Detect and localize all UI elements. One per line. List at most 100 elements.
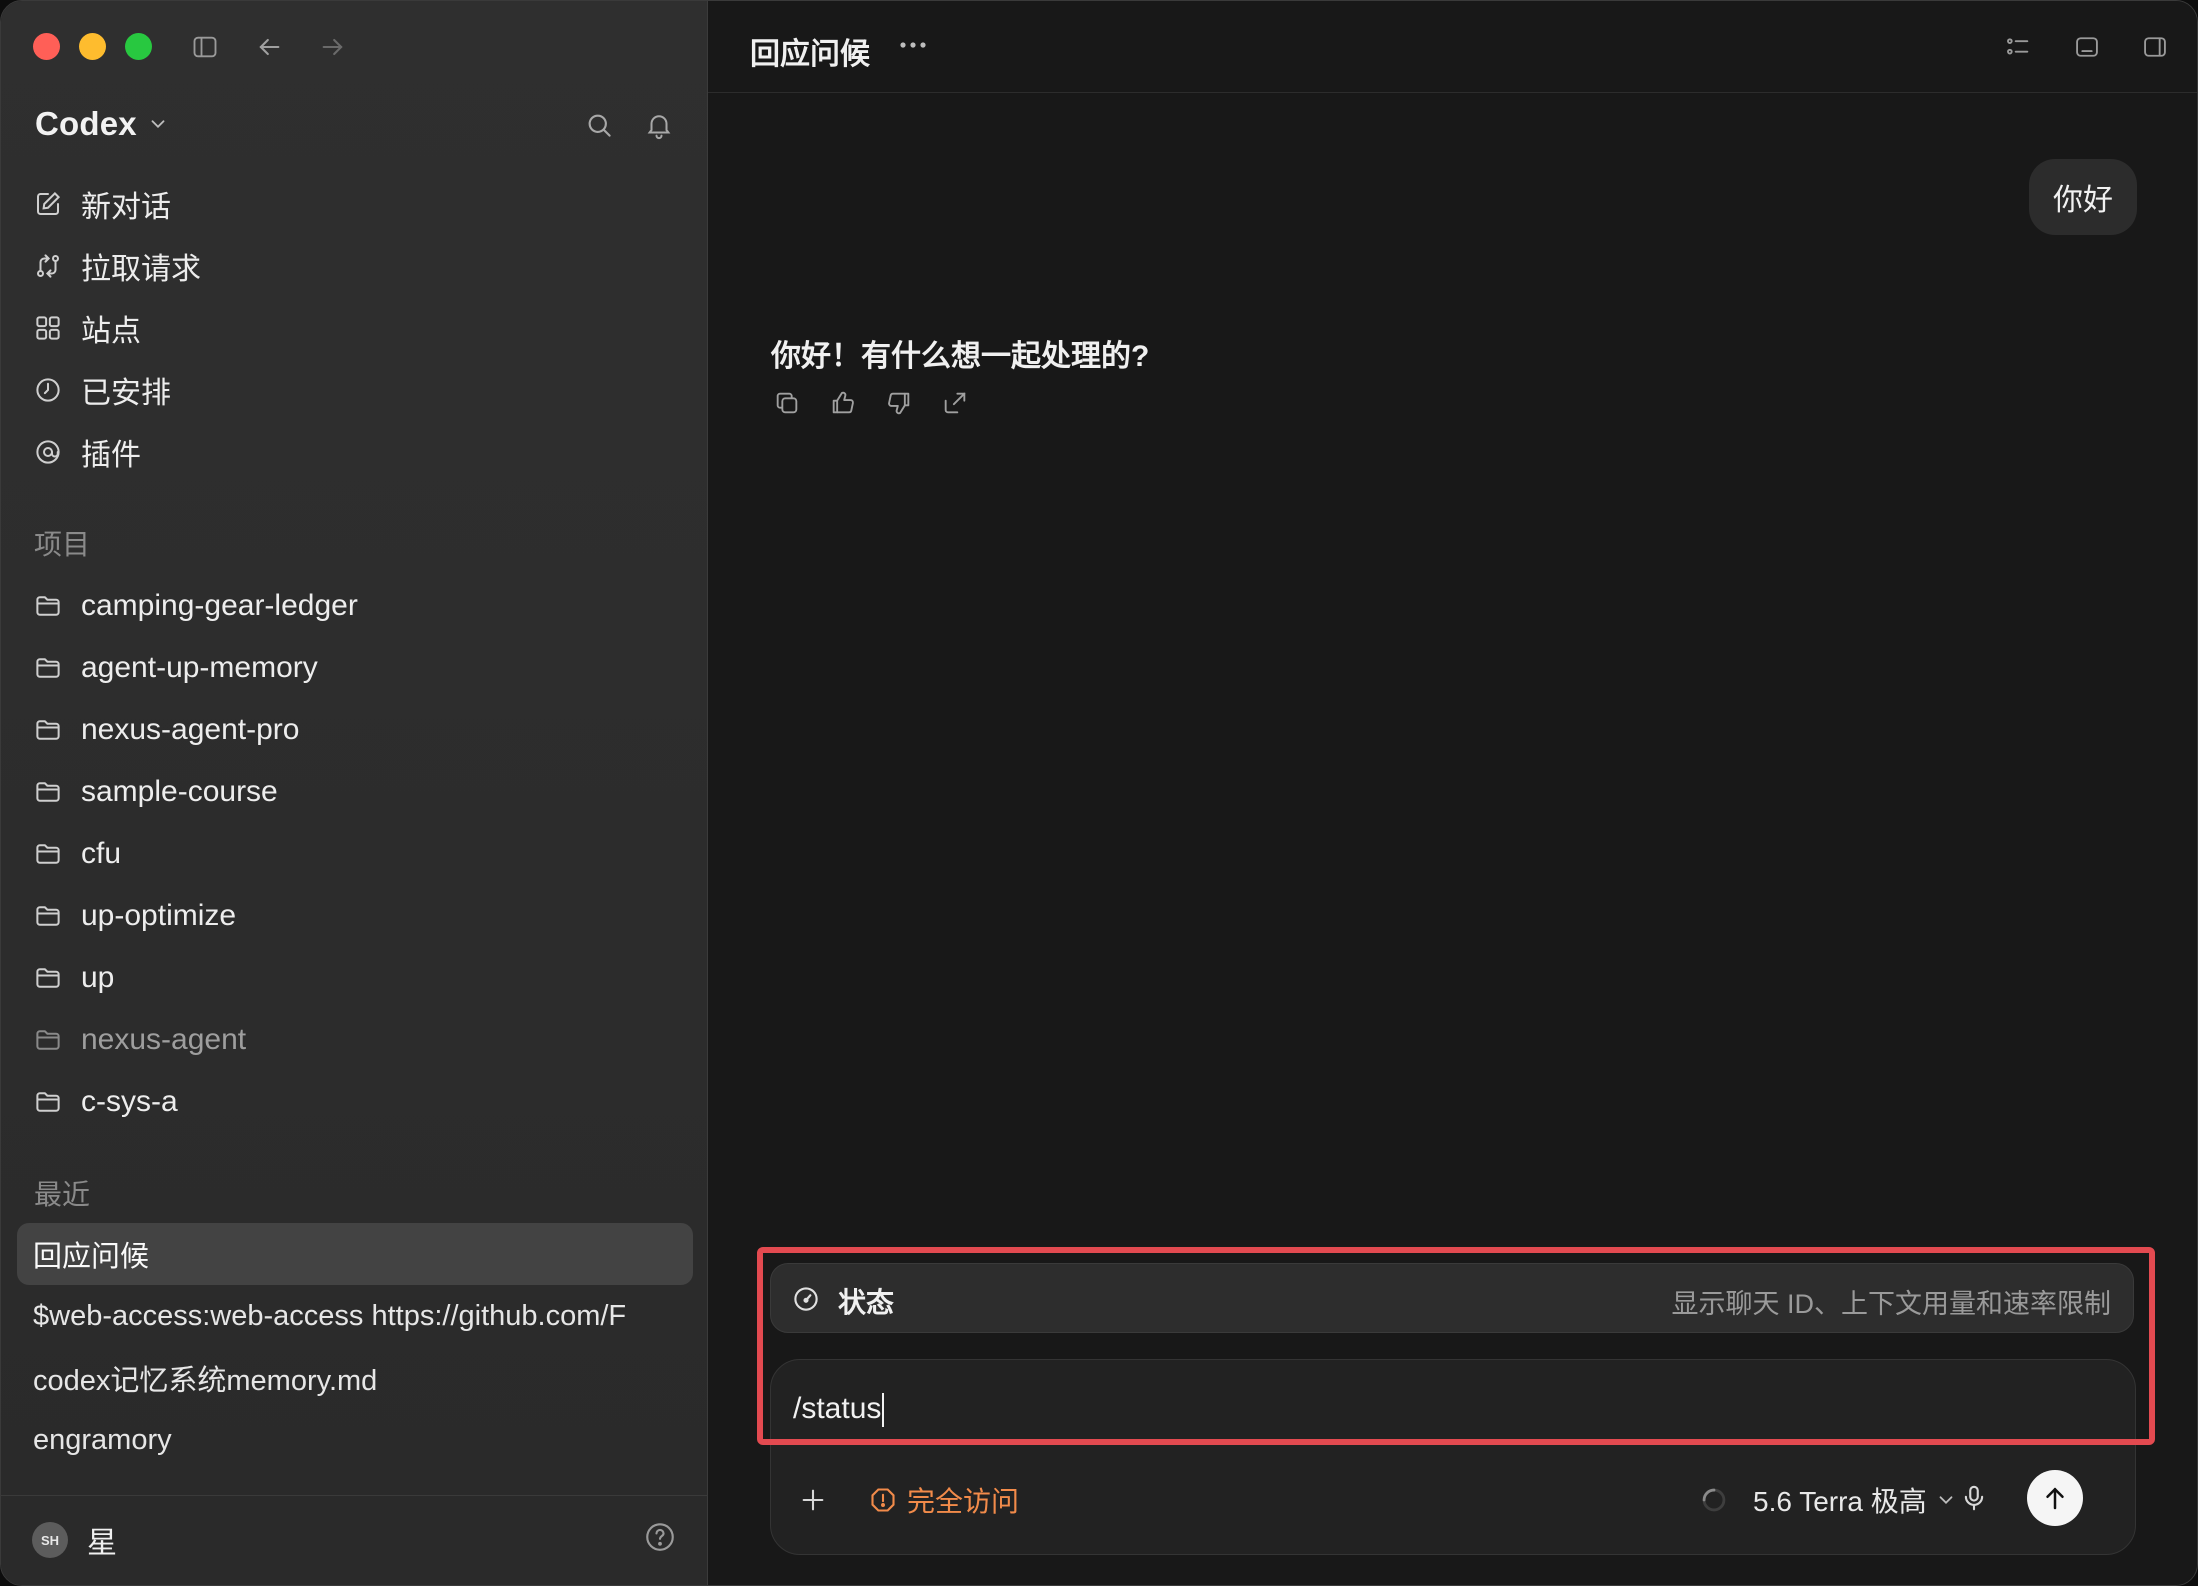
nav-item-sites[interactable]: 站点 [17, 297, 693, 359]
nav-item-label: 站点 [81, 315, 141, 348]
project-name: nexus-agent-pro [81, 713, 300, 746]
sidebar-footer: SH 星 [1, 1495, 708, 1585]
nav-item-scheduled[interactable]: 已安排 [17, 359, 693, 421]
chevron-down-icon [151, 120, 165, 129]
project-name: sample-course [81, 775, 278, 808]
help-icon[interactable] [643, 1520, 677, 1554]
text-caret [882, 1393, 885, 1428]
app-window: Codex 新对话 拉取请求 站点 已安排 插件 项目 camping-gear… [0, 0, 2198, 1586]
right-panel-icon[interactable] [2137, 29, 2173, 65]
folder-icon [36, 658, 60, 678]
composer-toolbar: 完全访问 5.6 Terra 极高 [771, 1464, 2137, 1534]
recent-item[interactable]: 回应问候 [17, 1223, 693, 1285]
project-name: up [81, 961, 115, 994]
brand-name: Codex [35, 105, 137, 142]
model-selector[interactable]: 5.6 Terra 极高 [1753, 1480, 1957, 1520]
nav-item-label: 新对话 [81, 191, 171, 224]
nav-item-plugins[interactable]: 插件 [17, 421, 693, 483]
thumbs-down-icon[interactable] [883, 387, 915, 419]
assistant-message: 你好！有什么想一起处理的? [771, 340, 1150, 373]
project-item[interactable]: up-optimize [17, 885, 693, 947]
project-name: up-optimize [81, 899, 237, 932]
bell-icon[interactable] [641, 107, 677, 143]
composer: /status 完全访问 5.6 Terra 极高 [770, 1359, 2136, 1555]
project-name: camping-gear-ledger [81, 589, 358, 622]
toggle-sidebar-icon[interactable] [187, 29, 223, 65]
task-list-icon[interactable] [2000, 29, 2036, 65]
project-name: nexus-agent [81, 1023, 247, 1056]
edit-icon [37, 191, 61, 215]
model-label: 5.6 Terra 极高 [1753, 1486, 1927, 1517]
thumbs-up-icon[interactable] [827, 387, 859, 419]
nav-item-label: 插件 [81, 439, 141, 472]
workspace-switcher[interactable]: Codex [35, 105, 169, 143]
nav-item-pull-requests[interactable]: 拉取请求 [17, 235, 693, 297]
project-item[interactable]: nexus-agent-pro [17, 699, 693, 761]
grid-icon [36, 316, 60, 340]
project-item[interactable]: cfu [17, 823, 693, 885]
sidebar: Codex 新对话 拉取请求 站点 已安排 插件 项目 camping-gear… [1, 1, 708, 1585]
message-actions [771, 387, 971, 419]
projects-heading: 项目 [34, 529, 91, 560]
folder-icon [36, 968, 60, 988]
command-suggestion-status[interactable]: 状态 显示聊天 ID、上下文用量和速率限制 [770, 1263, 2134, 1333]
search-icon[interactable] [581, 107, 617, 143]
plus-icon [802, 1489, 824, 1511]
loading-spinner-icon [1702, 1488, 1726, 1512]
project-item[interactable]: up [17, 947, 693, 1009]
access-mode-button[interactable]: 完全访问 [869, 1480, 1019, 1520]
folder-icon [36, 596, 60, 616]
arrow-up-icon [2046, 1487, 2064, 1510]
folder-icon [36, 782, 60, 802]
at-icon [36, 440, 60, 464]
project-item[interactable]: agent-up-memory [17, 637, 693, 699]
avatar[interactable]: SH [32, 1522, 68, 1558]
nav-item-label: 已安排 [81, 377, 171, 410]
project-list: camping-gear-ledger agent-up-memory nexu… [17, 575, 693, 1133]
message-input[interactable]: /status [793, 1392, 2093, 1436]
recent-heading: 最近 [34, 1179, 91, 1210]
chat-title: 回应问候 [750, 38, 870, 71]
microphone-icon[interactable] [1954, 1478, 1994, 1518]
recent-item[interactable]: engramory [17, 1409, 693, 1471]
recent-list: 回应问候 $web-access:web-access https://gith… [17, 1223, 693, 1471]
forward-arrow-icon[interactable] [315, 29, 351, 65]
project-name: c-sys-a [81, 1085, 178, 1118]
folder-icon [36, 720, 60, 740]
terminal-panel-icon[interactable] [2069, 29, 2105, 65]
user-name[interactable]: 星 [87, 1518, 117, 1562]
chat-panel: 回应问候 你好 你好！有什么想一起处理的? 状态 显示聊天 ID、上下文用量和速… [708, 1, 2197, 1585]
send-button[interactable] [2027, 1470, 2083, 1526]
project-name: agent-up-memory [81, 651, 318, 684]
add-attachment-button[interactable] [793, 1480, 833, 1520]
project-item[interactable]: nexus-agent [17, 1009, 693, 1071]
clock-icon [36, 378, 60, 402]
more-options-icon[interactable] [893, 25, 933, 65]
copy-icon[interactable] [771, 387, 803, 419]
chat-header: 回应问候 [708, 1, 2197, 93]
folder-icon [36, 906, 60, 926]
primary-nav: 新对话 拉取请求 站点 已安排 插件 [17, 173, 693, 483]
command-description: 显示聊天 ID、上下文用量和速率限制 [1671, 1289, 2111, 1319]
recent-item[interactable]: $web-access:web-access https://github.co… [17, 1285, 693, 1347]
folder-icon [36, 844, 60, 864]
minimize-window-button[interactable] [79, 33, 106, 60]
warning-shield-icon [871, 1488, 895, 1512]
maximize-window-button[interactable] [125, 33, 152, 60]
project-item[interactable]: sample-course [17, 761, 693, 823]
project-item[interactable]: c-sys-a [17, 1071, 693, 1133]
project-name: cfu [81, 837, 122, 870]
back-arrow-icon[interactable] [251, 29, 287, 65]
command-label: 状态 [838, 1287, 895, 1318]
project-item[interactable]: camping-gear-ledger [17, 575, 693, 637]
access-mode-label: 完全访问 [907, 1486, 1020, 1517]
nav-item-label: 拉取请求 [81, 253, 201, 286]
close-window-button[interactable] [33, 33, 60, 60]
recent-item[interactable]: codex记忆系统memory.md [17, 1347, 693, 1409]
folder-icon [36, 1092, 60, 1112]
folder-icon [36, 1030, 60, 1050]
share-icon[interactable] [939, 387, 971, 419]
user-message: 你好 [2029, 159, 2137, 235]
pull-request-icon [37, 254, 59, 278]
nav-item-new-chat[interactable]: 新对话 [17, 173, 693, 235]
